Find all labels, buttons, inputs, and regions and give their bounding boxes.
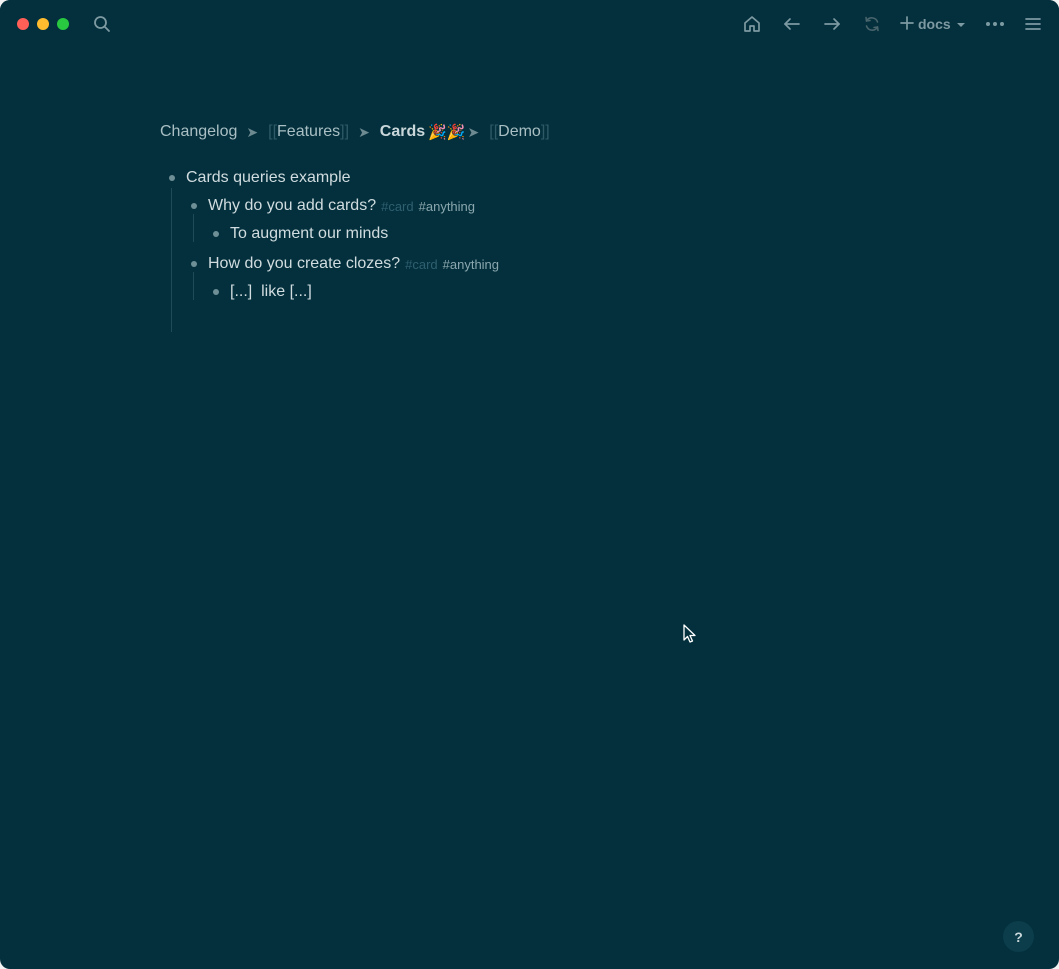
breadcrumb-item-features[interactable]: [[Features]] <box>268 123 349 141</box>
bracket-close: ]] <box>340 123 350 140</box>
breadcrumb-item-changelog[interactable]: Changelog <box>160 123 237 141</box>
block-text: To augment our minds <box>230 225 389 242</box>
new-page-label: docs <box>918 16 951 32</box>
forward-arrow-icon[interactable] <box>821 12 843 36</box>
bullet-icon[interactable] <box>191 203 197 209</box>
party-popper-icon: 🎉🎉 <box>428 124 466 141</box>
back-arrow-icon[interactable] <box>781 12 803 36</box>
block-answer-1[interactable]: To augment our minds <box>160 220 499 248</box>
block-tree: Cards queries example Why do you add car… <box>160 164 499 332</box>
block-answer-2[interactable]: [...] like [...] <box>160 278 499 306</box>
block-text: Why do you add cards? <box>208 197 377 214</box>
breadcrumb-item-cards[interactable]: Cards <box>380 123 425 141</box>
title-bar: docs <box>0 0 1059 48</box>
menu-icon[interactable] <box>1023 12 1043 36</box>
maximize-window-button[interactable] <box>57 18 69 30</box>
bullet-icon[interactable] <box>213 289 219 295</box>
tag-anything[interactable]: #anything <box>443 257 499 272</box>
block-question-1[interactable]: Why do you add cards? #card #anything <box>160 192 499 220</box>
block-text: How do you create clozes? <box>208 255 401 272</box>
bracket-open: [[ <box>268 123 278 140</box>
block-question-2[interactable]: How do you create clozes? #card #anythin… <box>160 250 499 278</box>
minimize-window-button[interactable] <box>37 18 49 30</box>
block-text: [...] like [...] <box>230 283 312 300</box>
close-window-button[interactable] <box>17 18 29 30</box>
home-icon[interactable] <box>741 12 763 36</box>
block-root[interactable]: Cards queries example <box>160 164 499 192</box>
breadcrumb-separator-icon: ➤ <box>246 123 259 140</box>
breadcrumb-separator-icon: ➤ <box>358 123 370 140</box>
breadcrumb-separator-icon: ➤ <box>467 123 480 140</box>
new-page-button[interactable]: docs <box>900 12 965 36</box>
tag-card[interactable]: #card <box>405 257 438 272</box>
mouse-pointer-icon <box>683 624 697 649</box>
bracket-open: [[ <box>489 123 499 140</box>
tag-card[interactable]: #card <box>381 199 414 214</box>
block-text: Cards queries example <box>186 169 351 186</box>
breadcrumb-label: Features <box>277 123 341 140</box>
sync-icon[interactable] <box>861 12 883 36</box>
breadcrumb-item-demo[interactable]: [[Demo]] <box>489 123 549 141</box>
bullet-icon[interactable] <box>169 175 175 181</box>
breadcrumb: Changelog ➤ [[Features]] ➤ Cards 🎉🎉 ➤ [[… <box>160 120 550 144</box>
chevron-down-icon <box>956 23 965 27</box>
help-button[interactable]: ? <box>1003 921 1034 952</box>
app-window: docs Changelog ➤ [[Features]] ➤ Cards 🎉🎉… <box>0 0 1059 969</box>
plus-icon <box>900 15 914 33</box>
tag-anything[interactable]: #anything <box>419 199 475 214</box>
bracket-close: ]] <box>540 123 550 140</box>
search-icon[interactable] <box>92 12 112 36</box>
page-content: Changelog ➤ [[Features]] ➤ Cards 🎉🎉 ➤ [[… <box>0 48 1059 969</box>
bullet-icon[interactable] <box>213 231 219 237</box>
more-icon[interactable] <box>984 12 1006 36</box>
bullet-icon[interactable] <box>191 261 197 267</box>
breadcrumb-label: Demo <box>498 123 541 140</box>
